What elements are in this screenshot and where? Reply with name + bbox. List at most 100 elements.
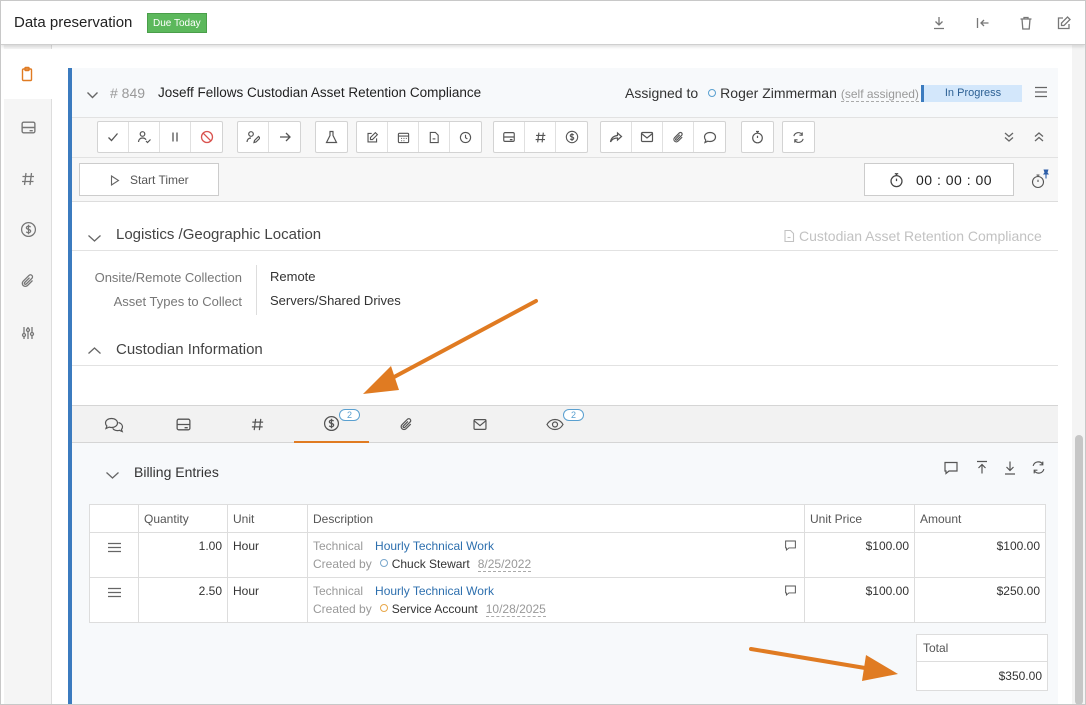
cell-item[interactable]: Hourly Technical Work [375, 539, 494, 553]
top-bar: Data preservation Due Today [1, 1, 1085, 45]
tab-comments[interactable] [76, 406, 151, 443]
edit-icon[interactable] [1056, 15, 1072, 31]
col-amount[interactable]: Amount [914, 504, 1046, 533]
fields-button[interactable] [525, 122, 556, 152]
page-title: Data preservation [14, 14, 133, 31]
sliders-icon [21, 327, 35, 339]
field-label-collection: Onsite/Remote Collection [94, 270, 242, 285]
edit-ticket-button[interactable] [357, 122, 388, 152]
template-button[interactable] [419, 122, 450, 152]
logistics-section-title[interactable]: Logistics /Geographic Location [116, 226, 321, 243]
ticket-card: # 849 Joseff Fellows Custodian Asset Ret… [68, 68, 1058, 704]
logistics-chevron-down-icon[interactable] [87, 231, 102, 246]
sidebar-item-attachments[interactable] [4, 255, 52, 307]
pinned-timer-icon[interactable] [1030, 168, 1050, 193]
cell-amount: $100.00 [914, 532, 1046, 578]
download-icon[interactable] [931, 15, 947, 31]
pause-button[interactable] [160, 122, 191, 152]
col-unit[interactable]: Unit [227, 504, 308, 533]
refresh-button[interactable] [783, 122, 814, 152]
custodian-section-title[interactable]: Custodian Information [116, 341, 263, 358]
cell-quantity: 1.00 [138, 532, 228, 578]
tab-emails[interactable] [442, 406, 517, 443]
cell-creator[interactable]: Service Account [392, 602, 478, 616]
col-quantity[interactable]: Quantity [138, 504, 228, 533]
clock-button[interactable] [450, 122, 481, 152]
sidebar-item-fields[interactable] [4, 153, 52, 205]
sidebar-item-billing[interactable] [4, 203, 52, 255]
custodian-chevron-up-icon[interactable] [87, 343, 102, 358]
chevron-double-up-icon[interactable] [1033, 131, 1045, 146]
table-row[interactable]: 2.50 Hour Technical Hourly Technical Work… [89, 577, 1046, 623]
assign-button[interactable] [129, 122, 160, 152]
tab-forms[interactable] [146, 406, 221, 443]
lab-button[interactable] [316, 122, 347, 152]
comment-icon[interactable] [784, 584, 797, 600]
toolbar-group-timer [741, 121, 774, 153]
cell-item[interactable]: Hourly Technical Work [375, 584, 494, 598]
trash-icon[interactable] [1018, 15, 1034, 31]
sidebar-item-settings[interactable] [4, 307, 52, 359]
billing-section-title[interactable]: Billing Entries [134, 464, 219, 480]
tab-fields[interactable] [220, 406, 295, 443]
sidebar-item-forms[interactable] [4, 101, 52, 153]
toolbar-group-status [97, 121, 223, 153]
billing-chevron-down-icon[interactable] [105, 468, 120, 483]
tab-watchers[interactable]: 2 [517, 406, 592, 443]
sidebar [4, 45, 52, 704]
billing-button[interactable] [556, 122, 587, 152]
attach-button[interactable] [663, 122, 694, 152]
col-description[interactable]: Description [307, 504, 805, 533]
table-header-row: Quantity Unit Description Unit Price Amo… [89, 504, 1046, 533]
download-icon[interactable] [1003, 460, 1017, 479]
field-divider [256, 265, 257, 315]
form-button[interactable] [494, 122, 525, 152]
chevron-down-icon[interactable] [86, 88, 99, 103]
created-by-label: Created by [313, 602, 372, 616]
tab-billing[interactable]: 2 [294, 406, 369, 443]
stopwatch-button[interactable] [742, 122, 773, 152]
upload-icon[interactable] [975, 460, 989, 479]
ban-icon [200, 130, 213, 144]
schedule-button[interactable] [388, 122, 419, 152]
row-menu[interactable] [89, 577, 139, 623]
assignee-name[interactable]: Roger Zimmerman [720, 85, 837, 101]
total-label: Total [917, 635, 1047, 662]
row-menu[interactable] [89, 532, 139, 578]
hamburger-menu-icon [107, 587, 121, 598]
chevron-double-down-icon[interactable] [1003, 131, 1015, 146]
paperclip-icon [400, 418, 412, 431]
toolbar-group-fields [493, 121, 588, 153]
cell-unit: Hour [227, 577, 308, 623]
ticket-header: # 849 Joseff Fellows Custodian Asset Ret… [72, 68, 1058, 118]
hamburger-menu-icon[interactable] [1034, 86, 1048, 101]
total-box: Total $350.00 [916, 634, 1048, 691]
col-unit-price[interactable]: Unit Price [804, 504, 915, 533]
reassign-button[interactable] [238, 122, 269, 152]
exit-icon[interactable] [975, 15, 991, 31]
self-assigned: (self assigned) [840, 87, 919, 102]
refresh-icon[interactable] [1031, 460, 1046, 478]
scrollbar-thumb[interactable] [1075, 435, 1083, 704]
form-link[interactable]: Custodian Asset Retention Compliance [783, 228, 1042, 244]
cancel-button[interactable] [191, 122, 222, 152]
assignee-dot [708, 89, 717, 97]
pause-icon [172, 132, 178, 142]
cell-description: Technical Hourly Technical Work Created b… [307, 577, 805, 623]
complete-button[interactable] [98, 122, 129, 152]
cell-creator[interactable]: Chuck Stewart [392, 557, 470, 571]
field-value-collection: Remote [270, 269, 316, 284]
table-row[interactable]: 1.00 Hour Technical Hourly Technical Work… [89, 532, 1046, 578]
status-badge[interactable]: In Progress [921, 85, 1022, 102]
share-button[interactable] [601, 122, 632, 152]
hash-icon [535, 132, 545, 142]
comment-icon[interactable] [784, 539, 797, 555]
start-timer-button[interactable]: Start Timer [79, 163, 219, 196]
tab-attachments[interactable] [369, 406, 444, 443]
comment-icon[interactable] [943, 460, 959, 479]
email-button[interactable] [632, 122, 663, 152]
sidebar-item-details[interactable] [4, 49, 52, 99]
document-icon [784, 229, 795, 243]
comment-button[interactable] [694, 122, 725, 152]
forward-button[interactable] [269, 122, 300, 152]
